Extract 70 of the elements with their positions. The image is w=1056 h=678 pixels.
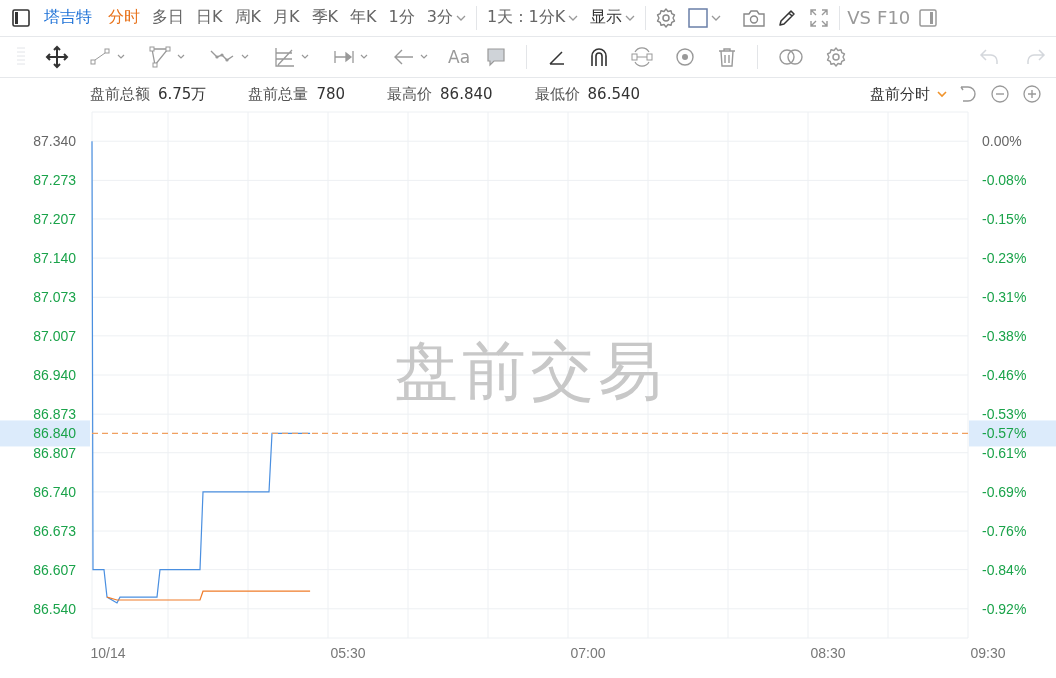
panel-toggle-icon[interactable] — [11, 7, 31, 28]
price-axis-label: 87.340 — [33, 133, 76, 150]
chart-mode-dropdown[interactable]: 盘前分时 — [870, 84, 952, 104]
chevron-down-icon[interactable] — [455, 13, 466, 22]
period-tab[interactable]: 分时 — [102, 7, 146, 29]
price-axis-label: 86.807 — [33, 444, 76, 461]
eye-icon[interactable] — [674, 46, 697, 68]
price-axis-label: 86.940 — [33, 367, 76, 383]
swap-icon[interactable] — [630, 46, 655, 68]
current-price-label: 86.840 — [33, 425, 76, 442]
stat-value: 86.840 — [440, 85, 493, 104]
chevron-down-icon[interactable] — [625, 13, 636, 22]
stat-label: 盘前总量 — [248, 84, 309, 104]
price-axis-label: 87.140 — [33, 250, 76, 267]
percent-axis-label: -0.46% — [982, 367, 1027, 383]
chevron-down-icon[interactable] — [568, 13, 579, 22]
zoom-out-icon[interactable] — [989, 83, 1011, 106]
move-icon[interactable] — [45, 45, 69, 69]
percent-axis-label: -0.08% — [982, 172, 1027, 189]
time-axis-label: 08:30 — [810, 645, 846, 661]
fullscreen-icon[interactable] — [808, 6, 831, 29]
period-tab[interactable]: 年K — [344, 7, 383, 29]
time-axis-label: 07:00 — [570, 645, 606, 661]
price-axis-label: 87.207 — [33, 210, 76, 227]
stat-label: 最低价 — [534, 84, 580, 104]
stock-name[interactable]: 塔吉特 — [44, 7, 92, 29]
percent-axis-label: -0.31% — [982, 289, 1027, 306]
percent-axis-label: -0.23% — [982, 250, 1027, 267]
percent-axis-label: -0.92% — [982, 600, 1027, 617]
price-axis-label: 87.273 — [33, 172, 76, 189]
period-tab[interactable]: 周K — [228, 7, 267, 29]
stat-value: 86.540 — [587, 85, 641, 104]
price-axis-label: 86.607 — [33, 561, 76, 578]
period-tab[interactable]: 季K — [305, 7, 344, 29]
stat-label: 盘前总额 — [90, 84, 150, 104]
period-tab[interactable]: 日K — [190, 7, 229, 29]
time-axis-label: 09:30 — [970, 645, 1006, 661]
percent-axis-label: -0.76% — [982, 523, 1027, 540]
percent-axis-label: -0.69% — [982, 483, 1027, 500]
display-dropdown[interactable]: 显示 — [584, 7, 642, 29]
percent-axis-label: -0.15% — [982, 210, 1027, 227]
percent-axis-label: -0.61% — [982, 444, 1027, 461]
period-tab[interactable]: 3分 — [420, 7, 472, 29]
stat-value: 6.75万 — [158, 84, 207, 104]
range-dropdown[interactable]: 1天 : 1分K — [480, 7, 585, 29]
price-axis-label: 86.673 — [33, 523, 76, 540]
period-tab[interactable]: 多日 — [146, 7, 190, 29]
price-axis-label: 86.740 — [33, 483, 76, 500]
percent-axis-label: -0.84% — [982, 561, 1027, 578]
percent-axis-label: -0.53% — [982, 406, 1027, 423]
settings-icon[interactable] — [825, 46, 848, 68]
time-axis-label: 10/14 — [90, 645, 126, 661]
zoom-in-icon[interactable] — [1021, 83, 1043, 106]
price-axis-label: 87.073 — [33, 289, 76, 306]
price-axis-label: 86.540 — [33, 600, 76, 617]
period-tab[interactable]: 月K — [267, 7, 306, 29]
time-axis-label: 05:30 — [330, 645, 366, 661]
current-percent-label: -0.57% — [982, 425, 1027, 442]
side-panel-icon[interactable] — [918, 7, 939, 28]
percent-axis-label: 0.00% — [982, 133, 1022, 150]
price-axis-label: 86.873 — [33, 406, 76, 423]
comment-icon[interactable] — [485, 46, 508, 68]
price-axis-label: 87.007 — [33, 327, 76, 344]
percent-axis-label: -0.38% — [982, 327, 1027, 344]
stat-value: 780 — [316, 85, 346, 104]
overlap-circles-icon[interactable] — [777, 46, 806, 68]
chevron-down-icon[interactable] — [936, 90, 948, 99]
settings-icon[interactable] — [655, 6, 678, 29]
period-tab[interactable]: 1分 — [382, 7, 421, 29]
stat-label: 最高价 — [387, 84, 433, 104]
